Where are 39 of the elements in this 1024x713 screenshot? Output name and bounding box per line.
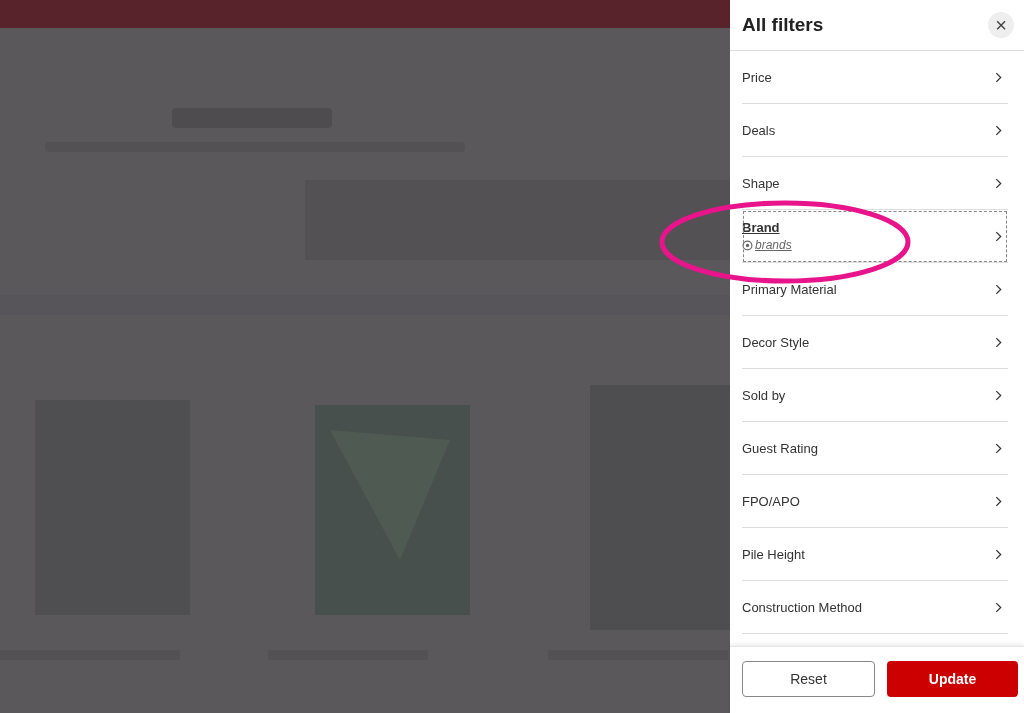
chevron-icon — [995, 124, 1002, 136]
filter-label: Deals — [742, 122, 776, 138]
filter-row[interactable]: Price — [742, 51, 1008, 104]
filter-label: Construction Method — [742, 599, 862, 615]
filter-row[interactable]: Construction Method — [742, 581, 1008, 634]
filter-row[interactable]: FPO/APO — [742, 475, 1008, 528]
filter-value: brands — [755, 238, 792, 252]
target-icon — [742, 239, 753, 251]
filter-row[interactable]: Deals — [742, 104, 1008, 157]
filter-row[interactable]: Guest Rating — [742, 422, 1008, 475]
update-button[interactable]: Update — [887, 661, 1018, 697]
filter-label: Brand — [742, 220, 781, 235]
reset-button[interactable]: Reset — [742, 661, 875, 697]
panel-title: All filters — [742, 14, 824, 36]
chevron-icon — [995, 71, 1002, 83]
filter-row[interactable]: Decor Style — [742, 316, 1008, 369]
filter-label: FPO/APO — [742, 493, 800, 509]
filter-row[interactable]: Primary Material — [742, 263, 1008, 316]
filter-label: Decor Style — [742, 334, 810, 350]
filter-row[interactable]: Brand brands — [742, 210, 1008, 263]
filter-label: Guest Rating — [742, 440, 818, 456]
filter-label: Primary Material — [742, 281, 837, 297]
chevron-icon — [995, 389, 1002, 401]
chevron-icon — [995, 601, 1002, 613]
chevron-icon — [995, 336, 1002, 348]
chevron-icon — [995, 230, 1002, 242]
chevron-icon — [995, 177, 1002, 189]
filter-row[interactable]: Pile Height — [742, 528, 1008, 581]
chevron-icon — [995, 495, 1002, 507]
chevron-icon — [995, 548, 1002, 560]
filter-label: Shape — [742, 175, 780, 191]
filter-row[interactable]: Shape — [742, 157, 1008, 210]
filter-label: Price — [742, 69, 772, 85]
close-button[interactable]: × — [988, 12, 1014, 38]
filter-label: Pile Height — [742, 546, 805, 562]
filter-row[interactable]: Sold by — [742, 369, 1008, 422]
chevron-icon — [995, 283, 1002, 295]
filter-label: Sold by — [742, 387, 786, 403]
chevron-icon — [995, 442, 1002, 454]
